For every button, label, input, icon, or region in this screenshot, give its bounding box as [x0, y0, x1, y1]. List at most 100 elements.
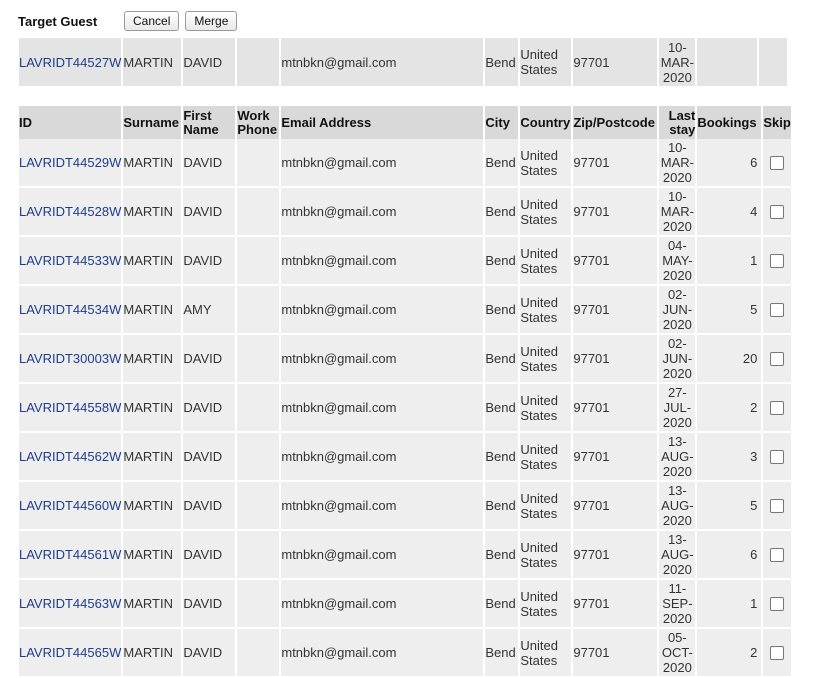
work-phone-cell — [237, 580, 280, 629]
guest-id-link[interactable]: LAVRIDT44534W — [19, 302, 121, 317]
work-phone-cell — [237, 433, 280, 482]
surname-cell: MARTIN — [123, 629, 182, 678]
city-cell: Bend — [485, 580, 519, 629]
guest-id-link[interactable]: LAVRIDT44529W — [19, 155, 121, 170]
guest-id-cell: LAVRIDT44561W — [19, 531, 122, 580]
table-row: LAVRIDT44562W MARTIN DAVID mtnbkn@gmail.com… — [19, 433, 792, 482]
guest-id-link[interactable]: LAVRIDT44533W — [19, 253, 121, 268]
header-first-name[interactable]: First Name — [183, 106, 235, 139]
skip-checkbox[interactable] — [770, 401, 785, 416]
skip-checkbox[interactable] — [770, 254, 785, 269]
email-cell: mtnbkn@gmail.com — [281, 139, 484, 188]
header-country[interactable]: Country — [520, 106, 571, 139]
work-phone-cell — [237, 237, 280, 286]
header-city[interactable]: City — [485, 106, 518, 139]
city-cell: Bend — [485, 482, 519, 531]
last-stay-month: MAR- — [660, 155, 694, 170]
first-name-cell: DAVID — [183, 629, 236, 678]
email-cell: mtnbkn@gmail.com — [281, 433, 484, 482]
skip-cell — [763, 482, 792, 531]
work-phone-cell — [237, 335, 280, 384]
first-name-cell: DAVID — [183, 237, 236, 286]
last-stay-day: 10- — [667, 189, 687, 204]
first-name-cell: DAVID — [183, 54, 223, 70]
country-cell: United States — [520, 139, 572, 188]
first-name-cell: DAVID — [183, 335, 236, 384]
work-phone-cell — [237, 188, 280, 237]
last-stay-cell: 05- OCT- 2020 — [659, 629, 696, 678]
zip-cell: 97701 — [573, 335, 658, 384]
guest-id-link[interactable]: LAVRIDT44528W — [19, 204, 121, 219]
surname-cell: MARTIN — [123, 188, 182, 237]
guest-id-link[interactable]: LAVRIDT44562W — [19, 449, 121, 464]
header-id[interactable]: ID — [19, 106, 121, 139]
surname-cell: MARTIN — [123, 139, 182, 188]
guest-id-link[interactable]: LAVRIDT44565W — [19, 645, 121, 660]
guest-id-cell: LAVRIDT44534W — [19, 286, 122, 335]
city-cell: Bend — [485, 335, 519, 384]
work-phone-cell — [237, 139, 280, 188]
cancel-button[interactable]: Cancel — [124, 11, 180, 31]
target-guest-row: LAVRIDT44527W MARTIN DAVID mtnbkn@gmail.… — [19, 38, 788, 86]
skip-checkbox[interactable] — [770, 352, 785, 367]
skip-checkbox[interactable] — [770, 450, 785, 465]
guest-id-link[interactable]: LAVRIDT44561W — [19, 547, 121, 562]
zip-cell: 97701 — [573, 433, 658, 482]
guest-id-link[interactable]: LAVRIDT44527W — [19, 55, 121, 70]
email-cell: mtnbkn@gmail.com — [281, 384, 484, 433]
country-line-2: States — [520, 456, 558, 472]
header-work-phone[interactable]: Work Phone — [237, 106, 279, 139]
bookings-cell: 1 — [697, 237, 762, 286]
skip-checkbox[interactable] — [770, 499, 785, 514]
last-stay-cell: 11- SEP- 2020 — [659, 580, 696, 629]
guest-id-link[interactable]: LAVRIDT44558W — [19, 400, 121, 415]
skip-cell — [763, 286, 792, 335]
last-stay-month: SEP- — [662, 596, 693, 611]
header-bookings[interactable]: Bookings — [697, 106, 761, 139]
header-surname[interactable]: Surname — [123, 106, 181, 139]
skip-checkbox[interactable] — [770, 303, 785, 318]
last-stay-cell: 13- AUG- 2020 — [659, 531, 696, 580]
skip-checkbox[interactable] — [770, 548, 785, 563]
guest-id-link[interactable]: LAVRIDT44560W — [19, 498, 121, 513]
skip-checkbox[interactable] — [770, 156, 785, 171]
email-cell: mtnbkn@gmail.com — [281, 335, 484, 384]
skip-cell — [763, 139, 792, 188]
bookings-cell: 2 — [697, 629, 762, 678]
header-email[interactable]: Email Address — [281, 106, 483, 139]
surname-cell: MARTIN — [123, 531, 182, 580]
header-zip[interactable]: Zip/Postcode — [573, 106, 657, 139]
guest-id-link[interactable]: LAVRIDT44563W — [19, 596, 121, 611]
zip-cell: 97701 — [573, 629, 658, 678]
first-name-cell: DAVID — [183, 188, 236, 237]
email-cell: mtnbkn@gmail.com — [281, 531, 484, 580]
merge-button[interactable]: Merge — [185, 11, 238, 31]
bookings-cell: 6 — [697, 531, 762, 580]
bookings-cell: 5 — [697, 286, 762, 335]
bookings-cell: 5 — [697, 482, 762, 531]
country-cell: United States — [520, 433, 572, 482]
skip-checkbox[interactable] — [770, 597, 785, 612]
skip-checkbox[interactable] — [770, 646, 785, 661]
country-line-2: States — [520, 505, 558, 521]
bookings-cell: 4 — [697, 188, 762, 237]
last-stay-year: 2020 — [662, 611, 692, 626]
country-cell: United States — [520, 335, 572, 384]
guest-id-link[interactable]: LAVRIDT30003W — [19, 351, 121, 366]
last-stay-cell: 13- AUG- 2020 — [659, 433, 696, 482]
first-name-cell: DAVID — [183, 482, 236, 531]
country-cell: United States — [520, 384, 572, 433]
zip-cell: 97701 — [573, 54, 610, 70]
surname-cell: MARTIN — [123, 384, 182, 433]
last-stay-month: OCT- — [661, 645, 693, 660]
zip-cell: 97701 — [573, 237, 658, 286]
header-last-stay[interactable]: Last stay — [659, 106, 696, 139]
last-stay-month: MAR- — [660, 204, 694, 219]
surname-cell: MARTIN — [123, 54, 173, 70]
first-name-cell: DAVID — [183, 384, 236, 433]
skip-checkbox[interactable] — [770, 205, 785, 220]
last-stay-month: JUL- — [663, 400, 692, 415]
guest-id-cell: LAVRIDT44560W — [19, 482, 122, 531]
last-stay-day: 10- — [667, 39, 687, 55]
bookings-cell: 2 — [697, 384, 762, 433]
